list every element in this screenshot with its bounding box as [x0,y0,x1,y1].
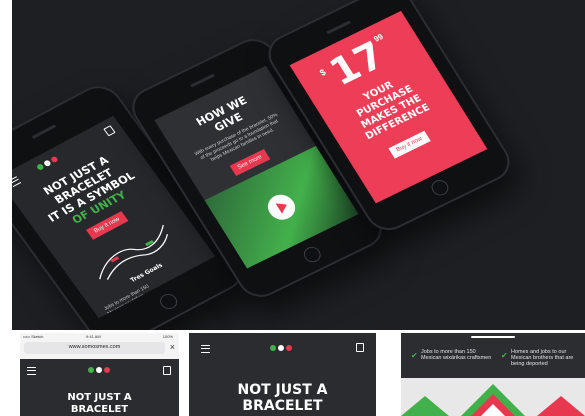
price-currency: $ [317,67,328,78]
goals-card: ✔ Jobs to more than 150 Mexican wixárika… [401,333,585,416]
card-handle [471,336,515,338]
home-button [428,177,452,199]
bag-icon[interactable] [356,343,364,352]
app-header-card: NOT JUST A BRACELET [189,333,376,416]
phone-speaker [326,20,352,35]
card1-headline-2: BRACELET [70,404,129,415]
goal-item-2: Homes and jobs to our Mexican brothers t… [511,349,574,367]
phone-speaker [189,73,215,88]
bag-icon[interactable] [103,125,116,137]
address-bar[interactable]: www.somosmex.com [24,342,165,354]
logo-icon [265,345,297,351]
beadwork-pattern [401,378,585,416]
card1-headline-1: NOT JUST A [67,392,132,403]
menu-icon[interactable] [27,367,36,375]
play-button[interactable] [262,190,301,225]
bag-icon[interactable] [163,366,171,375]
goal-item-1: Jobs to more than 150 Mexican wixárikas … [421,349,492,361]
status-time: 9:41 AM [86,334,101,339]
home-button [156,291,181,312]
card2-headline-1: NOT JUST A [237,382,328,398]
card2-headline-2: BRACELET [242,398,323,414]
close-icon[interactable]: × [170,342,175,352]
home-button [300,244,324,265]
address-url: www.somosmex.com [68,344,121,350]
browser-preview-card: ••••• Sketch 9:41 AM 100% www.somosmex.c… [20,333,179,416]
play-icon [275,199,291,214]
logo-icon [83,367,115,373]
status-battery: 100% [162,334,173,339]
mockup-stage: NOT JUST A BRACELET IT IS A SYMBOL OF UN… [12,0,585,330]
menu-icon[interactable] [12,176,22,188]
logo-icon [31,153,63,173]
menu-icon[interactable] [201,345,210,353]
buy-now-button-white[interactable]: Buy it now [388,130,431,159]
browser-chrome: ••••• Sketch 9:41 AM 100% www.somosmex.c… [20,333,179,359]
check-icon: ✔ [501,351,508,360]
phone-speaker [31,124,57,139]
check-icon: ✔ [411,351,418,360]
status-carrier: ••••• Sketch [23,334,44,339]
